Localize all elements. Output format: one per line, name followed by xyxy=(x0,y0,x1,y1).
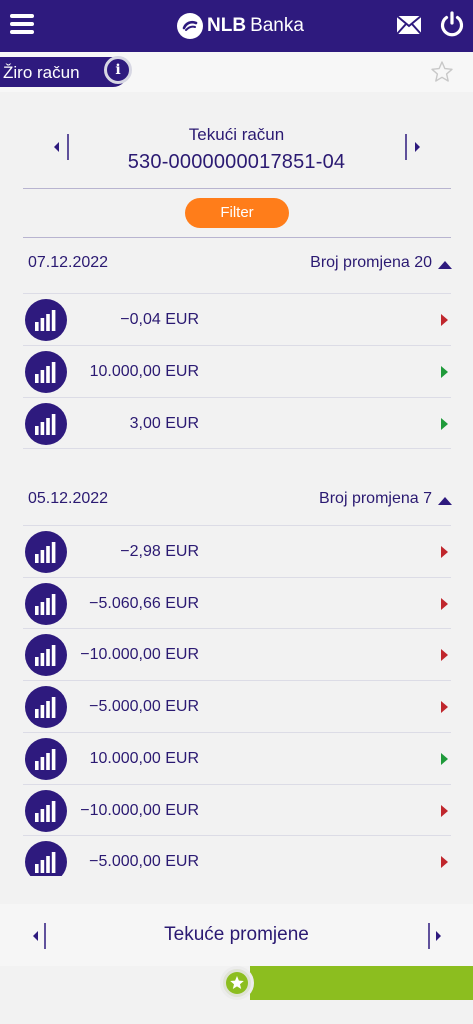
next-section-icon[interactable] xyxy=(423,922,443,950)
transaction-amount: −5.000,00 EUR xyxy=(89,698,199,715)
transaction-bar-chart-icon xyxy=(25,686,67,728)
chevron-right-icon xyxy=(441,418,448,430)
group-end-divider xyxy=(23,448,451,449)
group-date: 07.12.2022 xyxy=(28,254,109,271)
transaction-bar-chart-icon xyxy=(25,583,67,625)
transaction-bar-chart-icon xyxy=(25,841,67,876)
transaction-bar-chart-icon xyxy=(25,531,67,573)
next-account-icon[interactable] xyxy=(402,133,422,161)
transaction-group-header[interactable]: 05.12.2022 Broj promjena 7 xyxy=(0,480,473,520)
group-change-count: Broj promjena 7 xyxy=(319,490,432,507)
transaction-row[interactable]: −5.000,00 EUR xyxy=(23,835,451,876)
chevron-right-icon xyxy=(441,598,448,610)
collapse-up-icon[interactable] xyxy=(438,497,452,505)
section-title: Tekuće promjene xyxy=(164,924,309,945)
chevron-right-icon xyxy=(441,805,448,817)
transaction-bar-chart-icon xyxy=(25,403,67,445)
transaction-amount: −5.000,00 EUR xyxy=(89,853,199,870)
transaction-amount: −2,98 EUR xyxy=(120,543,199,560)
chevron-right-icon xyxy=(441,546,448,558)
transaction-row[interactable]: 3,00 EUR xyxy=(23,397,451,449)
transaction-bar-chart-icon xyxy=(25,351,67,393)
transaction-amount: 3,00 EUR xyxy=(129,415,199,432)
transaction-row[interactable]: −5.060,66 EUR xyxy=(23,577,451,629)
transaction-amount: −10.000,00 EUR xyxy=(80,802,199,819)
chevron-right-icon xyxy=(441,701,448,713)
transaction-row[interactable]: −10.000,00 EUR xyxy=(23,628,451,680)
transaction-group-header[interactable]: 07.12.2022 Broj promjena 20 xyxy=(0,244,473,284)
transaction-bar-chart-icon xyxy=(25,790,67,832)
star-icon xyxy=(226,972,248,994)
collapse-up-icon[interactable] xyxy=(438,261,452,269)
filter-divider xyxy=(23,237,451,238)
transaction-row[interactable]: 10.000,00 EUR xyxy=(23,732,451,784)
transaction-bar-chart-icon xyxy=(25,299,67,341)
transaction-amount: 10.000,00 EUR xyxy=(89,750,199,767)
chevron-right-icon xyxy=(441,856,448,868)
transaction-amount: −10.000,00 EUR xyxy=(80,646,199,663)
transaction-amount: −0,04 EUR xyxy=(120,311,199,328)
scroll-area[interactable]: Tekući račun 530-0000000017851-04 Filter… xyxy=(0,0,473,876)
transaction-row[interactable]: 10.000,00 EUR xyxy=(23,345,451,397)
chevron-right-icon xyxy=(441,649,448,661)
transaction-bar-chart-icon xyxy=(25,634,67,676)
chevron-right-icon xyxy=(441,753,448,765)
transaction-row[interactable]: −5.000,00 EUR xyxy=(23,680,451,732)
transaction-row[interactable]: −0,04 EUR xyxy=(23,293,451,345)
chevron-right-icon xyxy=(441,366,448,378)
filter-button[interactable]: Filter xyxy=(185,198,289,228)
transaction-row[interactable]: −2,98 EUR xyxy=(23,525,451,577)
transaction-bar-chart-icon xyxy=(25,738,67,780)
chevron-right-icon xyxy=(441,314,448,326)
group-date: 05.12.2022 xyxy=(28,490,109,507)
group-change-count: Broj promjena 20 xyxy=(310,254,432,271)
bottom-section-nav: Tekuće promjene xyxy=(0,904,473,966)
transaction-row[interactable]: −10.000,00 EUR xyxy=(23,784,451,836)
favorites-bar[interactable] xyxy=(250,966,473,1000)
transaction-amount: 10.000,00 EUR xyxy=(89,363,199,380)
transaction-amount: −5.060,66 EUR xyxy=(89,595,199,612)
account-selector: Tekući račun 530-0000000017851-04 xyxy=(0,92,473,189)
header-divider xyxy=(23,188,451,189)
favorites-toggle[interactable] xyxy=(220,966,254,1000)
